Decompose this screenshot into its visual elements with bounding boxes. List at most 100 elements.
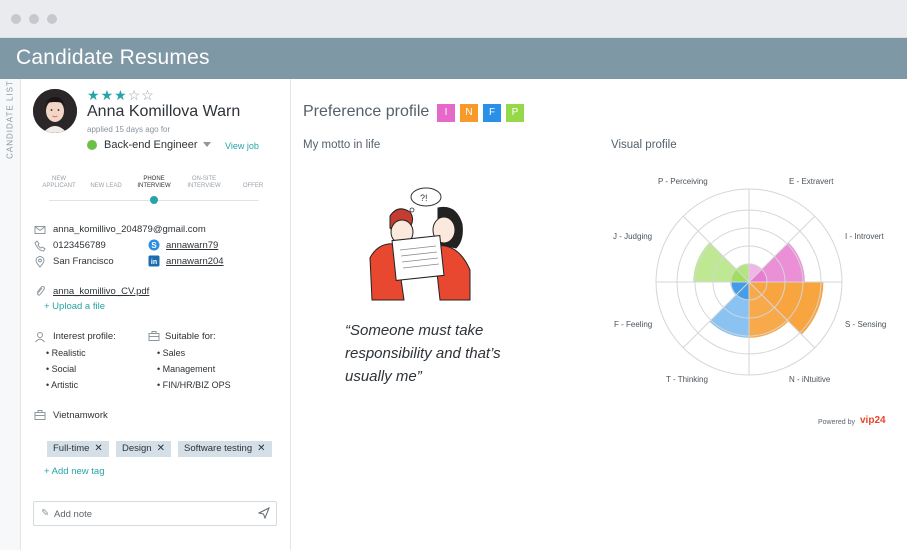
suitable-item: • FIN/HR/BIZ OPS	[157, 380, 231, 390]
tag-chip[interactable]: Software testing ✕	[178, 441, 272, 457]
stage-offer[interactable]: OFFER	[230, 176, 276, 190]
interest-profile-label: Interest profile:	[53, 331, 116, 342]
radar-label-extravert: E - Extravert	[789, 177, 834, 186]
candidate-list-label: CANDIDATE LIST	[5, 80, 15, 159]
radar-wedge-j	[693, 242, 749, 282]
stage-label: OFFER	[242, 183, 264, 189]
briefcase-icon	[34, 410, 46, 420]
source-value: Vietnamwork	[53, 410, 108, 421]
mbti-letter-i: I	[437, 104, 455, 122]
candidate-panel: ★★★☆☆ Anna Komillova Warn applied 15 day…	[21, 79, 291, 550]
stage-new-applicant[interactable]: NEW APPLICANT	[36, 176, 82, 190]
stage-label: APPLICANT	[42, 183, 76, 189]
star-icon[interactable]: ★	[101, 87, 115, 103]
tag-chip[interactable]: Design ✕	[116, 441, 171, 457]
radar-label-sensing: S - Sensing	[845, 320, 887, 329]
stage-label: PHONE	[143, 176, 165, 182]
close-icon[interactable]: ✕	[257, 443, 265, 454]
linkedin-value[interactable]: annawarn204	[166, 256, 224, 267]
motto-heading: My motto in life	[303, 139, 381, 151]
window-close-dot[interactable]	[11, 14, 21, 24]
powered-by-text: Powered by	[818, 419, 855, 426]
send-icon[interactable]	[258, 507, 270, 519]
stage-label: NEW LEAD	[90, 183, 122, 189]
email-value[interactable]: anna_komillivo_204879@gmail.com	[53, 224, 206, 235]
page-title: Candidate Resumes	[16, 46, 210, 69]
window-chrome	[0, 0, 907, 38]
stage-onsite-interview[interactable]: ON-SITE INTERVIEW	[181, 176, 227, 190]
stage-label: INTERVIEW	[137, 183, 171, 189]
note-placeholder: Add note	[54, 509, 93, 520]
radar-label-perceiving: P - Perceiving	[658, 177, 708, 186]
location-value: San Francisco	[53, 256, 114, 267]
tag-label: Design	[122, 443, 152, 454]
upload-file-link[interactable]: + Upload a file	[44, 301, 105, 312]
stage-label: NEW	[52, 176, 66, 182]
candidate-list-tab[interactable]: CANDIDATE LIST	[0, 79, 21, 550]
suitable-item: • Sales	[157, 348, 186, 358]
radar-label-judging: J - Judging	[613, 232, 653, 241]
job-selector[interactable]: Back-end Engineer	[104, 139, 198, 151]
cv-file-link[interactable]: anna_komillivo_CV.pdf	[53, 286, 149, 297]
mbti-letter-p: P	[506, 104, 524, 122]
job-status-dot	[87, 140, 97, 150]
brand-logo: vip24	[860, 415, 886, 426]
close-icon[interactable]: ✕	[94, 443, 102, 454]
paperclip-icon	[36, 285, 45, 296]
skype-value[interactable]: annawarn79	[166, 240, 218, 251]
mail-icon	[34, 226, 46, 234]
stage-label: INTERVIEW	[187, 183, 221, 189]
note-input[interactable]: ✎ Add note	[33, 501, 277, 526]
linkedin-icon: in	[148, 255, 160, 267]
avatar	[33, 89, 77, 133]
stage-label	[83, 176, 129, 183]
stage-new-lead[interactable]: NEW LEAD	[83, 176, 129, 190]
preference-title: Preference profile	[303, 103, 430, 120]
visual-profile-heading: Visual profile	[611, 139, 677, 151]
star-empty-icon[interactable]: ☆	[141, 87, 155, 103]
interest-item: • Artistic	[46, 380, 79, 390]
pencil-icon: ✎	[41, 508, 50, 519]
interest-item: • Social	[46, 364, 77, 374]
radar-wedge-i	[749, 242, 805, 282]
skype-icon: S	[148, 239, 160, 251]
window-minimize-dot[interactable]	[29, 14, 39, 24]
motto-illustration: ?!	[369, 187, 471, 301]
rating-stars[interactable]: ★★★☆☆	[87, 87, 155, 104]
motto-quote: “Someone must take responsibility and th…	[345, 322, 501, 385]
window-maximize-dot[interactable]	[47, 14, 57, 24]
add-tag-link[interactable]: + Add new tag	[44, 466, 104, 477]
svg-text:?!: ?!	[420, 193, 428, 203]
star-icon[interactable]: ★	[87, 87, 101, 103]
star-icon[interactable]: ★	[114, 87, 128, 103]
view-job-link[interactable]: View job	[225, 141, 259, 151]
stage-label: ON-SITE	[191, 176, 217, 182]
mbti-letter-f: F	[483, 104, 501, 122]
suitable-item: • Management	[157, 364, 216, 374]
applied-text: applied 15 days ago for	[87, 125, 171, 134]
user-icon	[35, 332, 45, 343]
tag-label: Full-time	[53, 443, 90, 454]
stage-label	[230, 176, 276, 183]
star-empty-icon[interactable]: ☆	[128, 87, 142, 103]
briefcase-icon	[148, 331, 160, 341]
tag-label: Software testing	[184, 443, 253, 454]
phone-value[interactable]: 0123456789	[53, 240, 106, 251]
svg-text:S: S	[151, 241, 157, 250]
candidate-name: Anna Komillova Warn	[87, 103, 241, 120]
svg-text:in: in	[151, 259, 157, 266]
radar-label-feeling: F - Feeling	[614, 320, 653, 329]
visual-profile-radar	[655, 188, 843, 376]
header-bar: Candidate Resumes	[0, 38, 907, 79]
radar-label-intuitive: N - iNtuitive	[789, 375, 831, 384]
close-icon[interactable]: ✕	[157, 443, 165, 454]
chevron-down-icon[interactable]	[203, 142, 211, 147]
phone-icon	[34, 240, 46, 252]
radar-label-thinking: T - Thinking	[666, 375, 708, 384]
location-pin-icon	[35, 256, 45, 268]
radar-label-introvert: I - Introvert	[845, 232, 884, 241]
mbti-letter-n: N	[460, 104, 478, 122]
suitable-for-label: Suitable for:	[165, 331, 216, 342]
tag-chip[interactable]: Full-time ✕	[47, 441, 109, 457]
stage-phone-interview[interactable]: PHONE INTERVIEW	[131, 176, 177, 190]
